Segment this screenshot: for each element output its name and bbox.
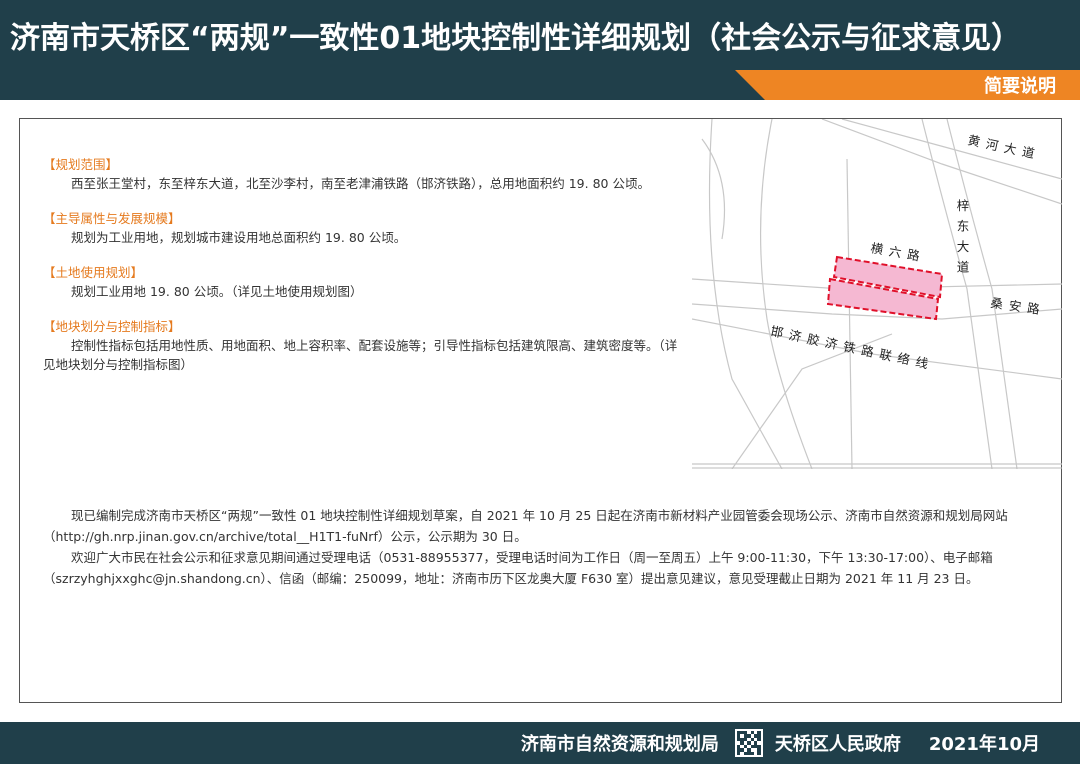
label-huanghe-road: 黄河大道 (966, 132, 1042, 162)
public-notice: 现已编制完成济南市天桥区“两规”一致性 01 地块控制性详细规划草案，自 202… (43, 505, 1048, 589)
section-heading: 【土地使用规划】 (43, 265, 144, 280)
label-railway: 邯济胶济铁路联络线 (769, 323, 935, 372)
footer-date: 2021年10月 (928, 734, 1040, 755)
notice-paragraph: 欢迎广大市民在社会公示和征求意见期间通过受理电话（0531-88955377，受… (43, 550, 993, 586)
footer-org-planning: 济南市自然资源和规划局 (520, 734, 719, 755)
qr-code-icon (734, 729, 763, 757)
section-heading: 【规划范围】 (43, 157, 119, 172)
section-heading: 【主导属性与发展规模】 (43, 211, 181, 226)
summary-sections: 【规划范围】 西至张王堂村，东至梓东大道，北至沙李村，南至老津浦铁路（邯济铁路）… (43, 155, 683, 390)
road-line (821, 119, 1062, 205)
notice-paragraph: 现已编制完成济南市天桥区“两规”一致性 01 地块控制性详细规划草案，自 202… (43, 508, 1008, 544)
section-tab-label: 简要说明 (984, 76, 1056, 97)
footer-org-government: 天桥区人民政府 (774, 734, 901, 755)
section-body: 规划工业用地 19. 80 公顷。（详见土地使用规划图） (71, 284, 363, 299)
label-zidong-road: 梓东大道 (955, 198, 970, 281)
location-map: 黄河大道 横六路 桑安路 邯济胶济铁路联络线 梓东大道 (692, 119, 1062, 469)
section-heading: 【地块划分与控制指标】 (43, 319, 181, 334)
section-parcel-control: 【地块划分与控制指标】 控制性指标包括用地性质、用地面积、地上容积率、配套设施等… (43, 317, 683, 374)
page-title: 济南市天桥区“两规”一致性01地块控制性详细规划（社会公示与征求意见） (10, 21, 1022, 56)
footer-bar: 济南市自然资源和规划局 天桥区人民政府 2021年10月 (0, 722, 1080, 764)
road-line (708, 119, 783, 469)
label-hengliu-road: 横六路 (869, 240, 926, 264)
section-body: 控制性指标包括用地性质、用地面积、地上容积率、配套设施等；引导性指标包括建筑限高… (43, 338, 678, 372)
road-line (846, 158, 853, 469)
section-land-use: 【土地使用规划】 规划工业用地 19. 80 公顷。（详见土地使用规划图） (43, 263, 683, 301)
section-tab: 简要说明 (735, 70, 1080, 100)
section-body: 西至张王堂村，东至梓东大道，北至沙李村，南至老津浦铁路（邯济铁路），总用地面积约… (71, 176, 650, 191)
road-line (701, 138, 726, 240)
title-bar: 济南市天桥区“两规”一致性01地块控制性详细规划（社会公示与征求意见） (0, 0, 1080, 70)
road-line (946, 119, 1018, 469)
section-scope: 【规划范围】 西至张王堂村，东至梓东大道，北至沙李村，南至老津浦铁路（邯济铁路）… (43, 155, 683, 193)
section-body: 规划为工业用地，规划城市建设用地总面积约 19. 80 公顷。 (71, 230, 407, 245)
section-attribute: 【主导属性与发展规模】 规划为工业用地，规划城市建设用地总面积约 19. 80 … (43, 209, 683, 247)
